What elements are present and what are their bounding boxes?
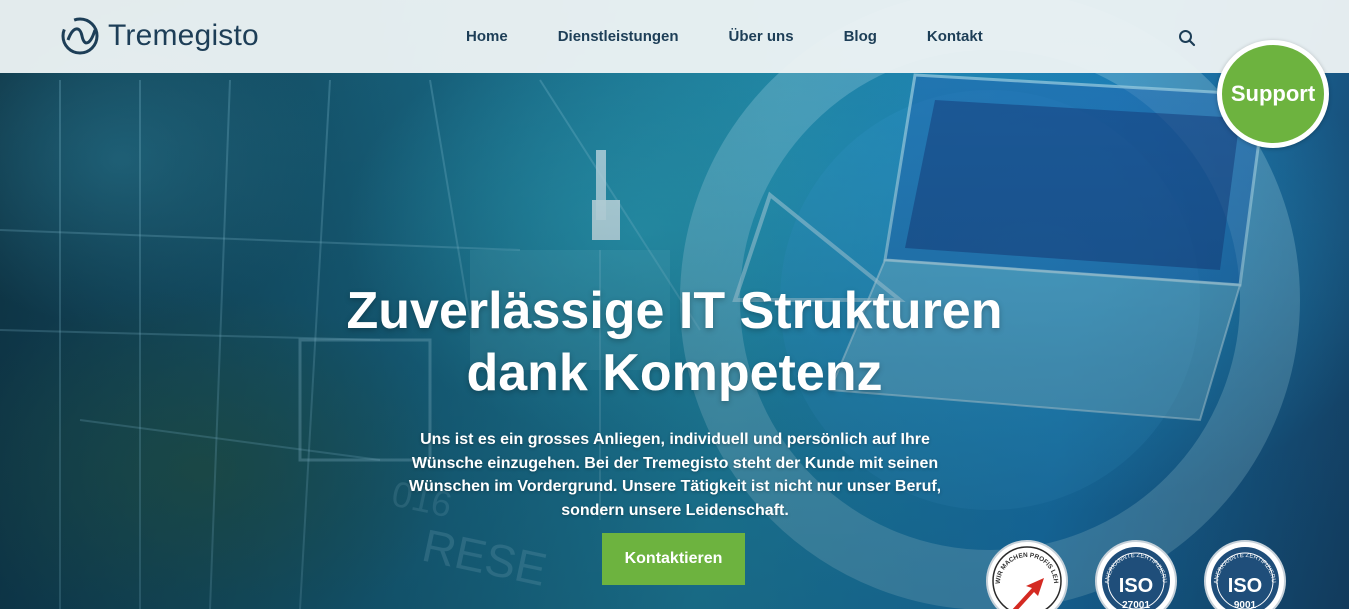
iso-9001-seal-icon: ANERKANNTE ZERTIFIZIERUNGSSTELLE ISO 900… [1206, 542, 1279, 609]
logo-mark-icon [61, 17, 99, 55]
site-header: Tremegisto Home Dienstleistungen Über un… [0, 0, 1349, 73]
support-button[interactable]: Support [1217, 40, 1329, 148]
hero-headline-line1: Zuverlässige IT Strukturen [346, 282, 1003, 340]
hero-lead-text: Uns ist es ein grosses Anliegen, individ… [408, 431, 942, 519]
contact-button[interactable]: Kontaktieren [602, 533, 745, 585]
iso-27001-number: 27001 [1122, 600, 1150, 609]
nav-item-ueber-uns[interactable]: Über uns [729, 28, 794, 45]
iso-9001-code: ISO [1228, 575, 1262, 597]
iso-27001-seal: ANERKANNTE ZERTIFIZIERUNGSSTELLE ISO 270… [1095, 540, 1177, 609]
iso-9001-seal: ANERKANNTE ZERTIFIZIERUNGSSTELLE ISO 900… [1204, 540, 1286, 609]
search-icon[interactable] [1178, 29, 1196, 47]
main-nav: Home Dienstleistungen Über uns Blog Kont… [466, 0, 1033, 73]
nav-item-dienstleistungen[interactable]: Dienstleistungen [558, 28, 679, 45]
nav-item-kontakt[interactable]: Kontakt [927, 28, 983, 45]
iso-27001-code: ISO [1119, 575, 1153, 597]
hero-headline: Zuverlässige IT Strukturen dank Kompeten… [0, 280, 1349, 404]
iso-27001-seal-icon: ANERKANNTE ZERTIFIZIERUNGSSTELLE ISO 270… [1097, 542, 1170, 609]
lehrbetrieb-seal: WIR MACHEN PROFIS LEHRBETRIEB [986, 540, 1068, 609]
nav-item-blog[interactable]: Blog [844, 28, 877, 45]
nav-item-home[interactable]: Home [466, 28, 508, 45]
lehrbetrieb-seal-icon: WIR MACHEN PROFIS LEHRBETRIEB [988, 542, 1062, 609]
iso-9001-number: 9001 [1234, 600, 1257, 609]
hero-headline-line2: dank Kompetenz [466, 344, 883, 402]
brand-logo[interactable]: Tremegisto [60, 16, 259, 56]
brand-name: Tremegisto [108, 19, 259, 52]
